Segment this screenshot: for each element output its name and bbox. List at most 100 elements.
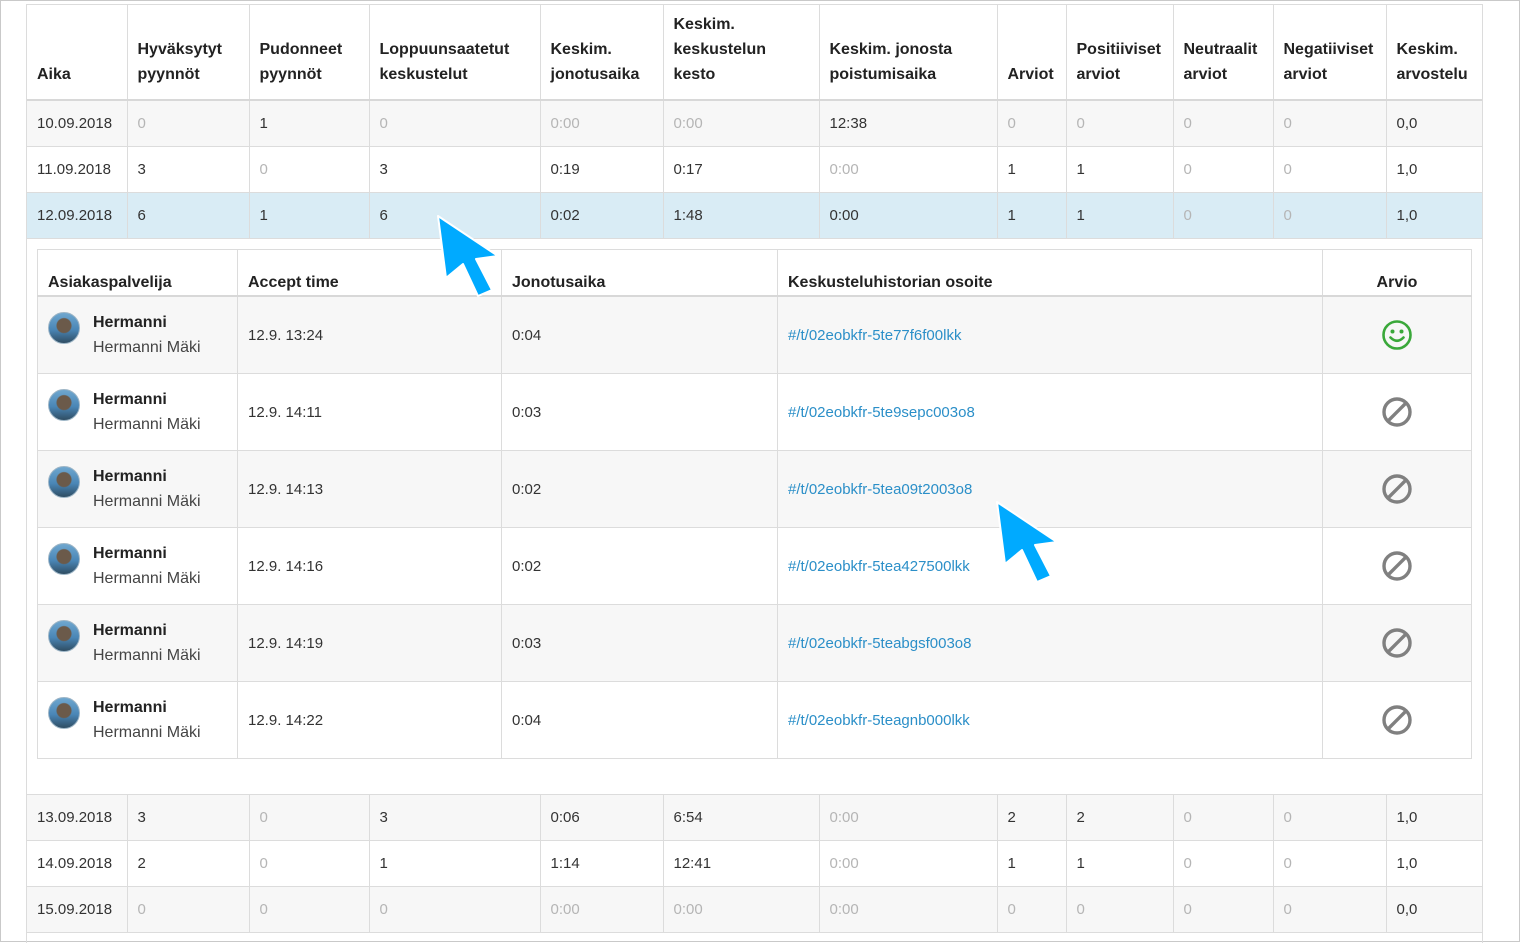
stat-cell: 0 <box>1173 192 1274 239</box>
history-link-cell: #/t/02eobkfr-5tea09t2003o8 <box>777 450 1323 528</box>
agent-first-name: Hermanni <box>93 699 167 716</box>
column-header-label: keskustelun <box>673 41 766 58</box>
conversation-row: Hermanni Hermanni Mäki 12.9. 14:11 0:03 #/t/… <box>37 373 1472 451</box>
agent-info: Hermanni Hermanni Mäki <box>48 541 227 591</box>
daily-stats-header-row: Aika Hyväksytyt pyynnöt Pudonneet pyynnöt Lop… <box>27 5 1482 101</box>
agent-cell: Hermanni Hermanni Mäki <box>37 450 238 528</box>
column-header[interactable]: Positiiviset arviot <box>1066 5 1174 101</box>
history-link-cell: #/t/02eobkfr-5teabgsf003o8 <box>777 604 1323 682</box>
column-header[interactable]: Keskim. jonotusaika <box>540 5 664 101</box>
conversation-row: Hermanni Hermanni Mäki 12.9. 14:22 0:04 #/t/… <box>37 681 1472 759</box>
column-header-label: arviot <box>1076 66 1121 83</box>
agent-info: Hermanni Hermanni Mäki <box>48 387 227 437</box>
column-header-label: poistumisaika <box>829 66 937 83</box>
day-row[interactable]: 13.09.2018 3 0 3 0:06 6:54 0:00 2 2 0 0 1,0 <box>27 794 1482 841</box>
stat-cell: 1 <box>997 840 1067 887</box>
column-header-label: arviot <box>1183 66 1228 83</box>
column-header[interactable]: Arviot <box>997 5 1067 101</box>
column-header-label: Keskim. jonosta <box>829 41 953 58</box>
detail-column-header[interactable]: Arvio <box>1322 249 1472 297</box>
conversation-history-link[interactable]: #/t/02eobkfr-5te77f6f00lkk <box>788 327 961 344</box>
conversation-history-link[interactable]: #/t/02eobkfr-5te9sepc003o8 <box>788 404 975 421</box>
stat-cell: 0 <box>249 886 370 933</box>
conversation-history-link[interactable]: #/t/02eobkfr-5teabgsf003o8 <box>788 635 971 652</box>
column-header[interactable]: Hyväksytyt pyynnöt <box>127 5 250 101</box>
detail-column-header[interactable]: Accept time <box>237 249 502 297</box>
column-header-label: arviot <box>1283 66 1328 83</box>
column-header[interactable]: Loppuunsaatetut keskustelut <box>369 5 541 101</box>
queue-time-cell: 0:04 <box>501 681 778 759</box>
column-header-label: keskustelut <box>379 66 468 83</box>
rating-cell <box>1322 450 1472 528</box>
stat-cell: 0:00 <box>540 100 664 147</box>
day-row[interactable]: 14.09.2018 2 0 1 1:14 12:41 0:00 1 1 0 0 1,0 <box>27 840 1482 887</box>
avatar <box>48 389 80 421</box>
stat-cell: 0 <box>1173 794 1274 841</box>
conversation-history-link[interactable]: #/t/02eobkfr-5tea09t2003o8 <box>788 481 972 498</box>
stat-cell: 0 <box>1066 100 1174 147</box>
stat-cell: 0 <box>1273 146 1387 193</box>
detail-column-header[interactable]: Keskusteluhistorian osoite <box>777 249 1323 297</box>
detail-row: Asiakaspalvelija Accept time Jonotusaika Ke… <box>27 238 1482 795</box>
stat-cell: 1 <box>369 840 541 887</box>
day-row[interactable]: 10.09.2018 0 1 0 0:00 0:00 12:38 0 0 0 0 0,0 <box>27 100 1482 147</box>
column-header[interactable]: Aika <box>27 5 128 101</box>
agent-cell: Hermanni Hermanni Mäki <box>37 681 238 759</box>
column-header-label: pyynnöt <box>259 66 322 83</box>
agent-cell: Hermanni Hermanni Mäki <box>37 296 238 374</box>
no-rating-icon <box>1381 551 1413 581</box>
detail-column-header[interactable]: Asiakaspalvelija <box>37 249 238 297</box>
column-header-label: Neutraalit <box>1183 41 1258 58</box>
column-header-label: Loppuunsaatetut <box>379 41 510 58</box>
selected-day-row[interactable]: 12.09.2018 6 1 6 0:02 1:48 0:00 1 1 0 0 1,0 <box>27 192 1482 239</box>
stat-cell: 0:00 <box>819 886 998 933</box>
stat-cell: 3 <box>369 794 541 841</box>
stat-cell: 1 <box>1066 192 1174 239</box>
column-header[interactable]: Keskim. jonosta poistumisaika <box>819 5 998 101</box>
stat-cell: 0 <box>997 886 1067 933</box>
stat-cell: 0:00 <box>819 146 998 193</box>
column-header[interactable]: Keskim. keskustelun kesto <box>663 5 820 101</box>
stat-cell: 0,0 <box>1386 886 1482 933</box>
stat-cell: 0:02 <box>540 192 664 239</box>
column-header-label: Keskim. <box>550 41 612 58</box>
stat-cell: 0 <box>1173 886 1274 933</box>
avatar <box>48 697 80 729</box>
accept-time-cell: 12.9. 14:16 <box>237 527 502 605</box>
agent-full-name: Hermanni Mäki <box>93 416 201 433</box>
agent-full-name: Hermanni Mäki <box>93 570 201 587</box>
column-header-label: kesto <box>673 66 716 83</box>
column-header[interactable]: Neutraalit arviot <box>1173 5 1274 101</box>
agent-info: Hermanni Hermanni Mäki <box>48 695 227 745</box>
column-header-label: Pudonneet <box>259 41 343 58</box>
agent-info: Hermanni Hermanni Mäki <box>48 310 227 360</box>
agent-first-name: Hermanni <box>93 468 167 485</box>
stat-cell: 0:00 <box>663 100 820 147</box>
agent-full-name: Hermanni Mäki <box>93 647 201 664</box>
stat-cell: 0:06 <box>540 794 664 841</box>
stat-cell: 3 <box>369 146 541 193</box>
stat-cell: 0:00 <box>819 840 998 887</box>
conversation-row: Hermanni Hermanni Mäki 12.9. 13:24 0:04 #/t/… <box>37 296 1472 374</box>
stat-cell: 2 <box>1066 794 1174 841</box>
day-row[interactable]: 15.09.2018 0 0 0 0:00 0:00 0:00 0 0 0 0 0,0 <box>27 886 1482 933</box>
detail-column-header[interactable]: Jonotusaika <box>501 249 778 297</box>
rating-cell <box>1322 373 1472 451</box>
conversation-history-link[interactable]: #/t/02eobkfr-5tea427500lkk <box>788 558 970 575</box>
stat-cell: 6:54 <box>663 794 820 841</box>
agent-first-name: Hermanni <box>93 622 167 639</box>
column-header[interactable]: Keskim. arvostelu <box>1386 5 1482 101</box>
column-header-label: Keskim. <box>1396 41 1458 58</box>
stat-cell: 0 <box>997 100 1067 147</box>
day-row[interactable]: 11.09.2018 3 0 3 0:19 0:17 0:00 1 1 0 0 1,0 <box>27 146 1482 193</box>
column-header[interactable]: Pudonneet pyynnöt <box>249 5 370 101</box>
avatar <box>48 312 80 344</box>
column-header[interactable]: Negatiiviset arviot <box>1273 5 1387 101</box>
conversation-history-link[interactable]: #/t/02eobkfr-5teagnb000lkk <box>788 712 970 729</box>
stat-cell: 0 <box>127 100 250 147</box>
stat-cell: 12:41 <box>663 840 820 887</box>
no-rating-icon <box>1381 705 1413 735</box>
no-rating-icon <box>1381 397 1413 427</box>
conversation-row: Hermanni Hermanni Mäki 12.9. 14:13 0:02 #/t/… <box>37 450 1472 528</box>
accept-time-cell: 12.9. 14:22 <box>237 681 502 759</box>
